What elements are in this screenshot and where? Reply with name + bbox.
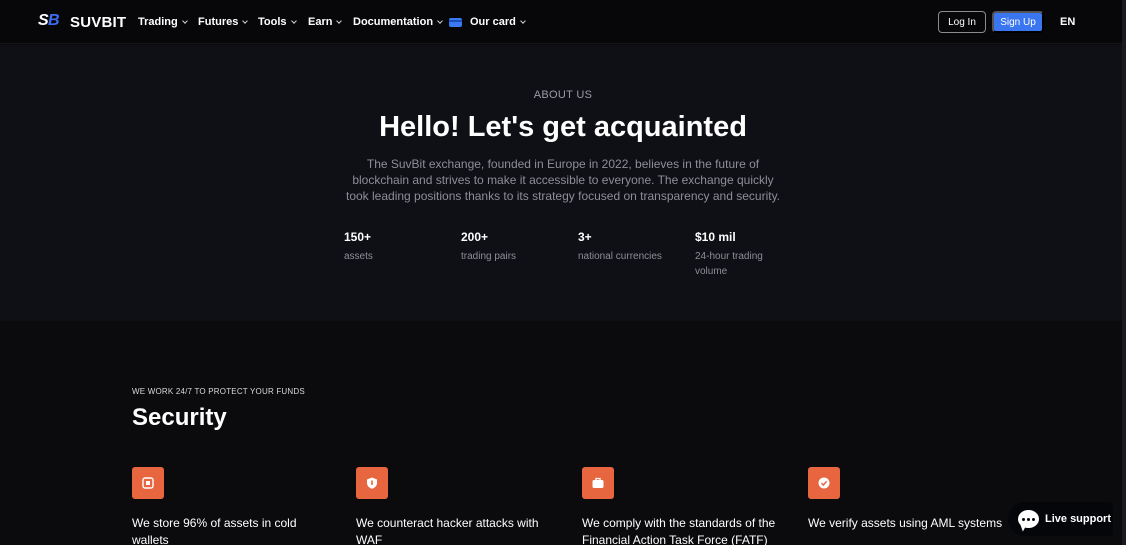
stat-label: trading pairs xyxy=(461,251,517,262)
stat-value: $10 mil xyxy=(695,230,736,244)
stat-value: 200+ xyxy=(461,230,489,244)
verified-badge-icon xyxy=(808,467,840,499)
nav-item-futures[interactable]: Futures xyxy=(198,0,249,44)
nav-item-tools[interactable]: Tools xyxy=(258,0,297,44)
nav-item-documentation[interactable]: Documentation xyxy=(353,0,443,44)
nav-item-earn[interactable]: Earn xyxy=(308,0,343,44)
chevron-down-icon xyxy=(181,17,188,24)
feature-fatf: We comply with the standards of the Fina… xyxy=(582,516,776,545)
stat-label: assets xyxy=(344,251,373,262)
top-navbar: SB SUVBIT Trading Futures Tools Earn Doc… xyxy=(0,0,1126,44)
suvbit-logo[interactable]: SB SUVBIT xyxy=(38,12,126,32)
login-button[interactable]: Log In xyxy=(938,11,986,33)
about-eyebrow: ABOUT US xyxy=(533,89,593,101)
security-eyebrow: WE WORK 24/7 TO PROTECT YOUR FUNDS xyxy=(132,387,305,396)
page-title: Hello! Let's get acquainted xyxy=(379,111,747,143)
card-icon xyxy=(449,17,462,27)
briefcase-icon xyxy=(582,467,614,499)
brand-name: SUVBIT xyxy=(70,13,127,31)
chevron-down-icon xyxy=(290,17,297,24)
stat-trading-volume: $10 mil 24-hour trading volume xyxy=(695,230,775,279)
chevron-down-icon xyxy=(336,17,343,24)
stat-value: 3+ xyxy=(578,230,592,244)
chat-bubble-icon xyxy=(1018,510,1039,528)
stat-label: national currencies xyxy=(578,251,662,262)
stat-value: 150+ xyxy=(344,230,372,244)
language-selector[interactable]: EN xyxy=(1060,16,1075,28)
feature-cold-wallets: We store 96% of assets in cold wallets xyxy=(132,516,297,545)
stat-label: 24-hour trading volume xyxy=(695,251,763,277)
live-support-label: Live support xyxy=(1045,513,1112,525)
chevron-down-icon xyxy=(520,17,526,24)
security-title: Security xyxy=(132,404,227,431)
page-scrollbar[interactable] xyxy=(1122,0,1126,545)
nav-item-our-card[interactable]: Our card xyxy=(449,0,526,44)
about-description: The SuvBit exchange, founded in Europe i… xyxy=(345,157,781,203)
stat-assets: 150+ assets xyxy=(344,230,454,264)
stat-national-currencies: 3+ national currencies xyxy=(578,230,688,264)
chevron-down-icon xyxy=(437,17,443,24)
signup-button[interactable]: Sign Up xyxy=(992,11,1044,33)
feature-waf: We counteract hacker attacks with WAF xyxy=(356,516,539,545)
logo-mark-icon: SB xyxy=(38,12,60,29)
stat-trading-pairs: 200+ trading pairs xyxy=(461,230,571,264)
chevron-down-icon xyxy=(242,17,249,24)
cold-wallet-icon xyxy=(132,467,164,499)
shield-icon xyxy=(356,467,388,499)
feature-aml: We verify assets using AML systems xyxy=(808,516,1003,530)
live-support-button[interactable]: Live support xyxy=(1008,502,1113,536)
nav-item-trading[interactable]: Trading xyxy=(138,0,188,44)
